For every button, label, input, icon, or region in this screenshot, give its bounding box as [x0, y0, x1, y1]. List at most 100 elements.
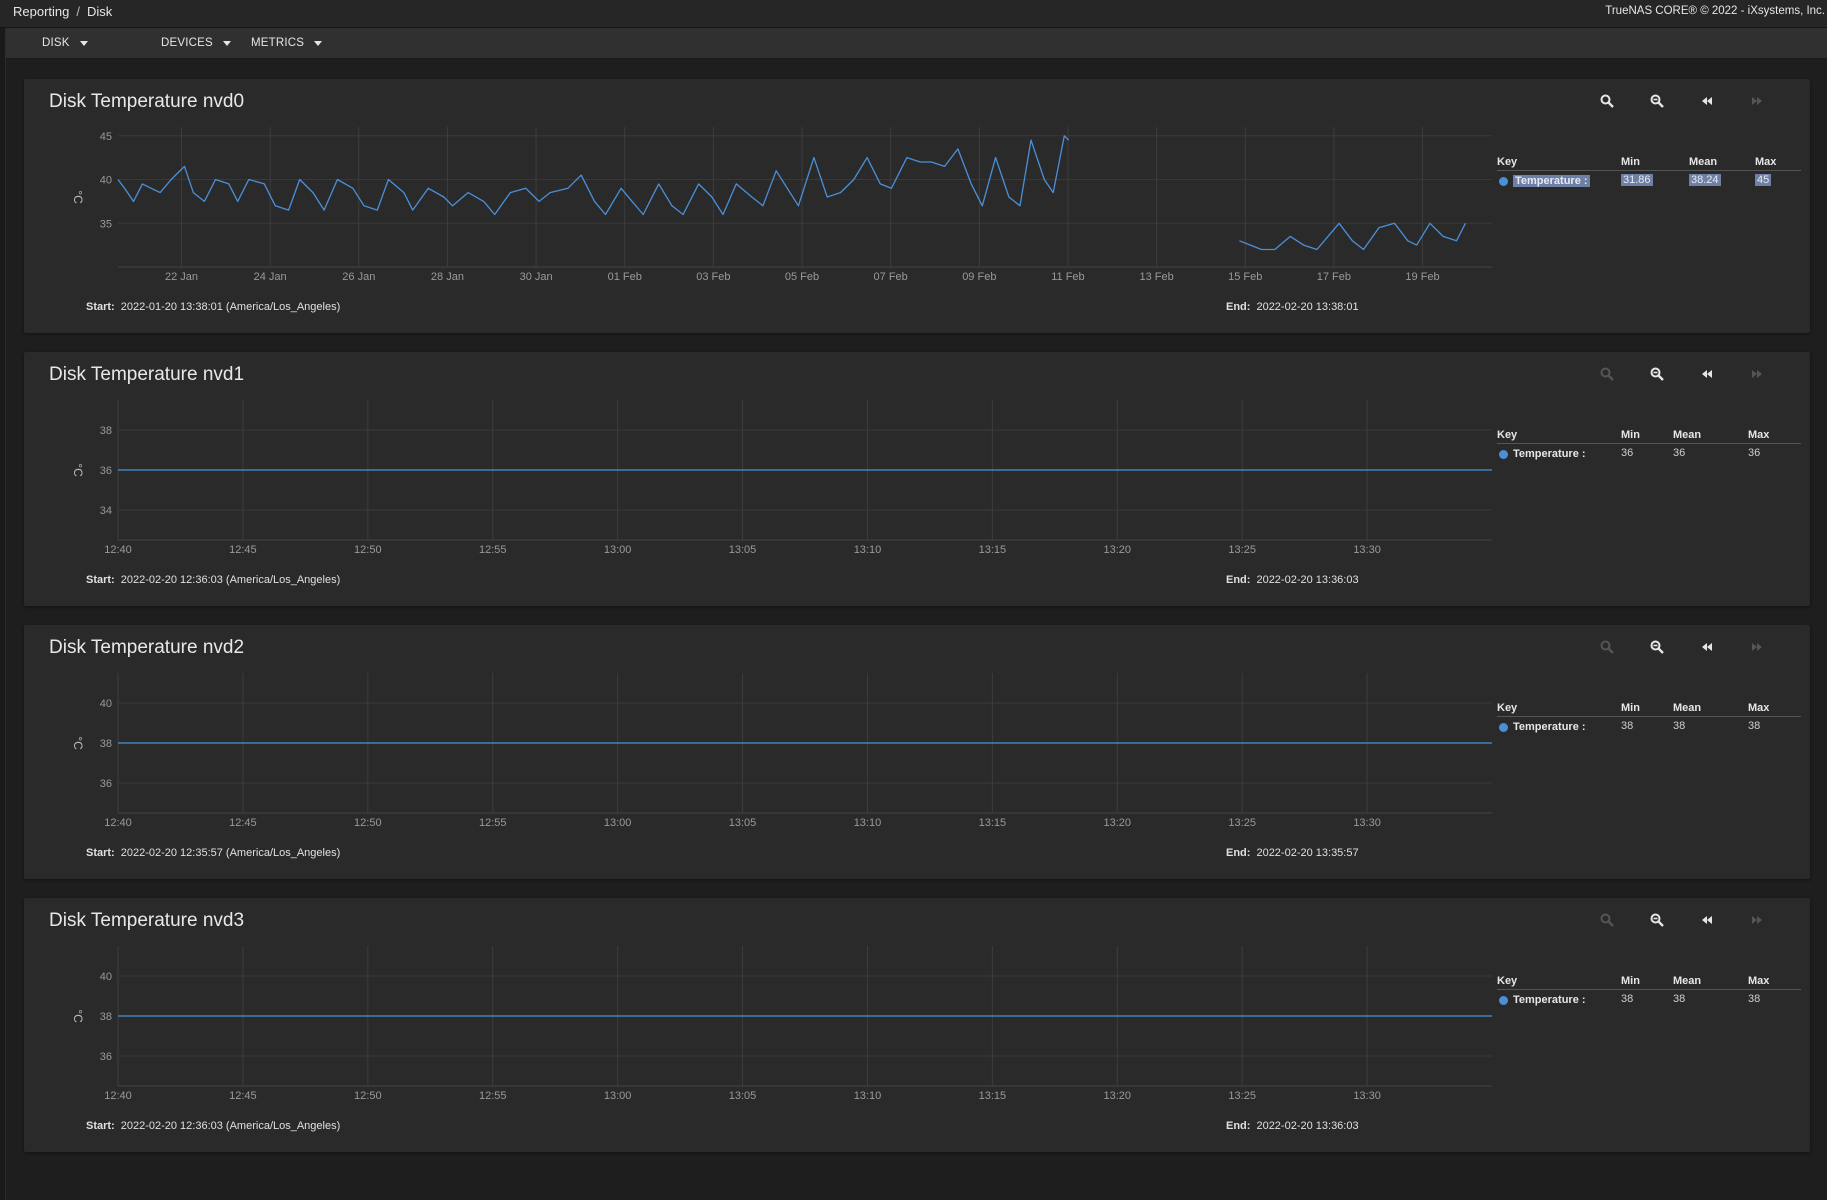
legend-row[interactable]: Temperature : 38 38 38: [1497, 990, 1801, 1012]
disk-dropdown-label: DISK: [42, 37, 70, 49]
legend-series-name: Temperature :: [1513, 994, 1586, 1006]
start-label: Start:: [86, 574, 115, 586]
step-forward-icon: [1752, 370, 1762, 378]
x-tick-label: 13:30: [1353, 1090, 1381, 1102]
legend-row[interactable]: Temperature : 31.86 38.24 45: [1497, 171, 1801, 193]
zoom-out-button[interactable]: [1649, 639, 1671, 659]
x-tick-label: 13:15: [979, 544, 1007, 556]
y-tick-label: 36: [100, 778, 112, 790]
chart-legend: Key Min Mean Max Temperature : 38 38 38: [1497, 700, 1801, 739]
step-back-icon: [1702, 97, 1712, 105]
series-dot-icon: [1499, 177, 1508, 186]
x-tick-label: 12:50: [354, 1090, 382, 1102]
y-tick-label: 38: [100, 1011, 112, 1023]
devices-dropdown[interactable]: DEVICES: [161, 28, 231, 58]
zoom-out-button[interactable]: [1649, 912, 1671, 932]
x-tick-label: 12:50: [354, 817, 382, 829]
y-tick-label: 45: [100, 131, 112, 143]
step-back-button[interactable]: [1699, 366, 1721, 386]
y-tick-label: 34: [100, 505, 112, 517]
breadcrumb-separator: /: [76, 4, 80, 19]
legend-max-value: 38: [1748, 720, 1761, 732]
step-forward-button[interactable]: [1749, 639, 1771, 659]
end-label: End:: [1226, 1120, 1251, 1132]
step-forward-icon: [1752, 643, 1762, 651]
series-dot-icon: [1499, 996, 1508, 1005]
copyright-text[interactable]: TrueNAS CORE® © 2022 - iXsystems, Inc.: [1605, 5, 1825, 17]
y-tick-label: 38: [100, 738, 112, 750]
step-forward-button[interactable]: [1749, 93, 1771, 113]
x-tick-label: 12:55: [479, 544, 507, 556]
series-line: [1239, 222, 1466, 251]
chart-end: End: 2022-02-20 13:35:57: [1226, 847, 1359, 859]
legend-key-header: Key: [1497, 702, 1518, 714]
start-value: 2022-02-20 12:36:03 (America/Los_Angeles…: [120, 574, 341, 586]
end-label: End:: [1226, 847, 1251, 859]
chart-card-nvd3: Disk Temperature nvd3 36 38 40 12:40 12:45 12…: [24, 898, 1810, 1152]
legend-min-header: Min: [1621, 975, 1640, 987]
breadcrumb-reporting-link[interactable]: Reporting: [13, 4, 69, 19]
y-tick-label: 35: [100, 218, 112, 230]
zoom-out-button[interactable]: [1649, 93, 1671, 113]
end-value: 2022-02-20 13:36:03: [1256, 574, 1359, 586]
chart-start: Start: 2022-01-20 13:38:01 (America/Los_A…: [86, 301, 340, 313]
chart-end: End: 2022-02-20 13:36:03: [1226, 1120, 1359, 1132]
x-tick-label: 09 Feb: [962, 271, 996, 283]
legend-max-value: 38: [1748, 993, 1761, 1005]
zoom-out-icon: [1650, 367, 1664, 381]
end-label: End:: [1226, 301, 1251, 313]
y-tick-label: 38: [100, 425, 112, 437]
caret-down-icon: [79, 40, 88, 46]
zoom-out-icon: [1650, 94, 1664, 108]
x-tick-label: 13:10: [854, 544, 882, 556]
legend-header: Key Min Mean Max: [1497, 700, 1801, 717]
legend-series-name: Temperature :: [1513, 721, 1586, 733]
y-axis-label: °C: [71, 463, 85, 477]
metrics-dropdown[interactable]: METRICS: [251, 28, 323, 58]
legend-key-header: Key: [1497, 429, 1518, 441]
x-tick-label: 12:45: [229, 1090, 257, 1102]
x-tick-label: 12:45: [229, 544, 257, 556]
x-tick-label: 13:25: [1228, 1090, 1256, 1102]
x-tick-label: 13:05: [729, 817, 757, 829]
legend-key-header: Key: [1497, 975, 1518, 987]
x-tick-label: 22 Jan: [165, 271, 198, 283]
x-tick-label: 13:10: [854, 817, 882, 829]
step-back-button[interactable]: [1699, 639, 1721, 659]
legend-max-header: Max: [1748, 975, 1770, 987]
chart-title: Disk Temperature nvd3: [49, 910, 245, 931]
x-tick-label: 12:55: [479, 817, 507, 829]
start-label: Start:: [86, 847, 115, 859]
x-tick-label: 26 Jan: [342, 271, 375, 283]
step-forward-button[interactable]: [1749, 366, 1771, 386]
chart-plot: 36 38 40 12:40 12:45 12:50 12:55 13:00 13:05 13:1…: [71, 946, 1492, 1102]
x-tick-label: 28 Jan: [431, 271, 464, 283]
zoom-in-button[interactable]: [1599, 93, 1621, 113]
devices-dropdown-label: DEVICES: [161, 37, 213, 49]
x-tick-label: 13:20: [1104, 817, 1132, 829]
zoom-out-icon: [1650, 913, 1664, 927]
disk-dropdown[interactable]: DISK: [42, 28, 88, 58]
step-forward-icon: [1752, 916, 1762, 924]
chart-title: Disk Temperature nvd0: [49, 91, 245, 112]
zoom-in-button[interactable]: [1599, 912, 1621, 932]
legend-mean-header: Mean: [1673, 429, 1702, 441]
x-tick-label: 13:30: [1353, 544, 1381, 556]
step-forward-button[interactable]: [1749, 912, 1771, 932]
start-label: Start:: [86, 1120, 115, 1132]
end-label: End:: [1226, 574, 1251, 586]
legend-row[interactable]: Temperature : 38 38 38: [1497, 717, 1801, 739]
step-back-button[interactable]: [1699, 912, 1721, 932]
zoom-in-button[interactable]: [1599, 366, 1621, 386]
legend-mean-value: 38: [1673, 720, 1686, 732]
chart-start: Start: 2022-02-20 12:36:03 (America/Los_A…: [86, 574, 340, 586]
zoom-out-button[interactable]: [1649, 366, 1671, 386]
x-tick-label: 03 Feb: [696, 271, 730, 283]
legend-max-header: Max: [1755, 156, 1777, 168]
x-tick-label: 13:15: [979, 1090, 1007, 1102]
y-tick-label: 40: [100, 698, 112, 710]
legend-row[interactable]: Temperature : 36 36 36: [1497, 444, 1801, 466]
start-value: 2022-02-20 12:36:03 (America/Los_Angeles…: [120, 1120, 341, 1132]
step-back-button[interactable]: [1699, 93, 1721, 113]
zoom-in-button[interactable]: [1599, 639, 1621, 659]
